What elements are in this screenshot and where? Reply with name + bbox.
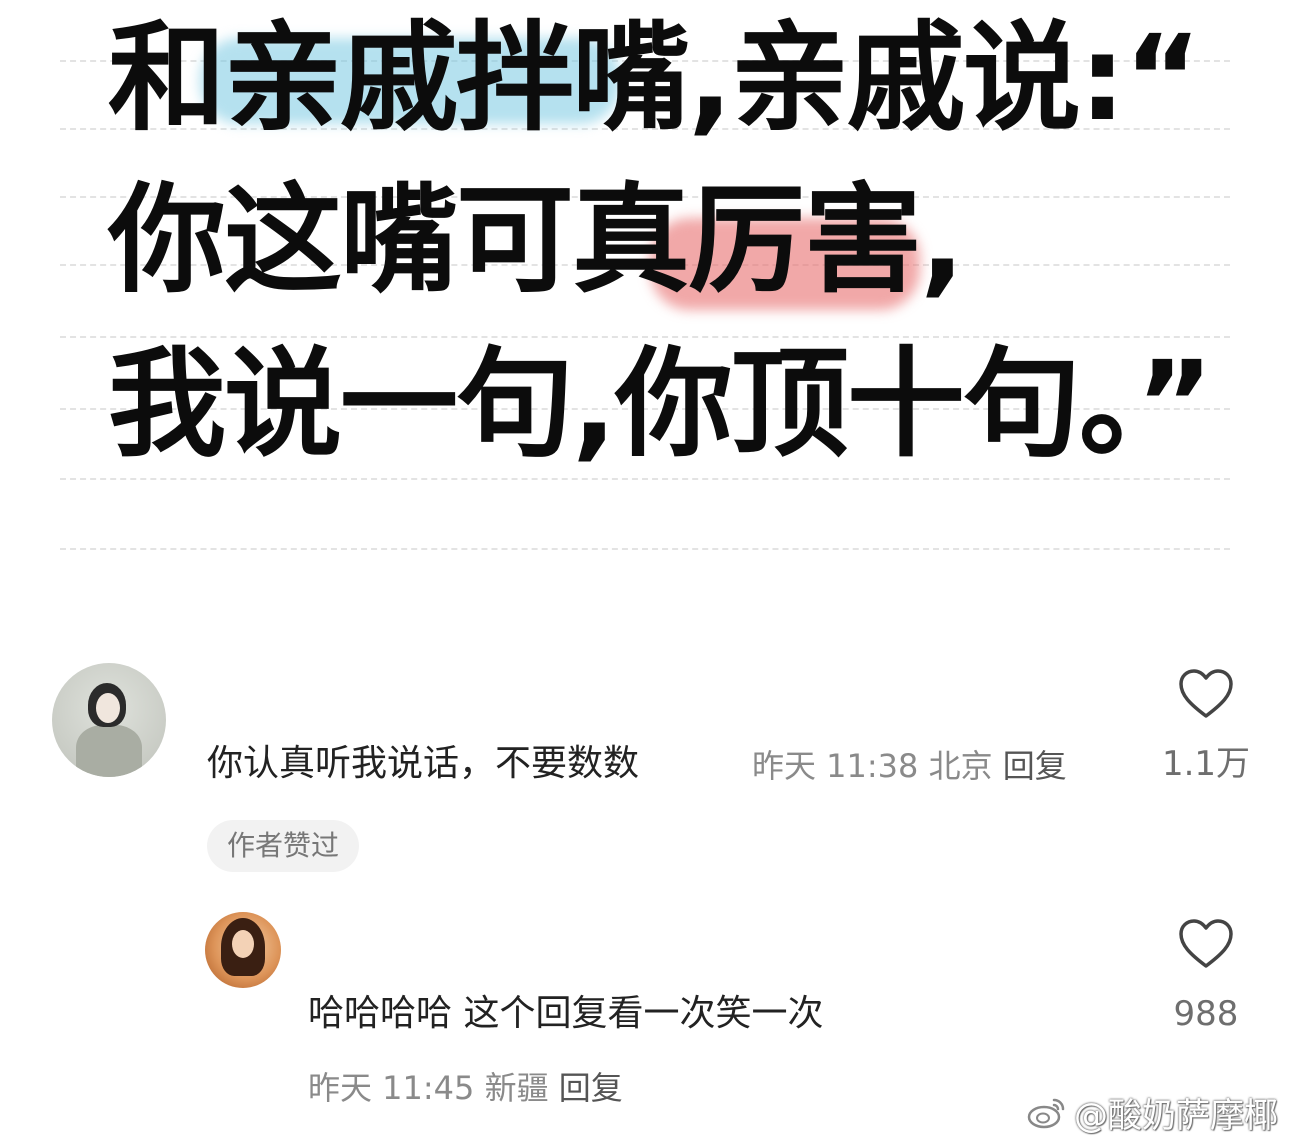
avatar[interactable] (52, 663, 166, 777)
watermark-text: @酸奶萨摩椰 (1074, 1096, 1278, 1136)
comment-meta: 昨天 11:38 北京 回复 (752, 744, 1067, 788)
reply-button[interactable]: 回复 (559, 1069, 623, 1107)
comment-meta: 昨天 11:45 新疆 回复 (308, 1066, 623, 1110)
heart-icon[interactable] (1178, 668, 1234, 720)
comment-text: 哈哈哈哈 这个回复看一次笑一次 (308, 993, 824, 1034)
avatar[interactable] (205, 912, 281, 988)
like-count: 1.1万 (1161, 744, 1251, 784)
author-liked-badge: 作者赞过 (207, 820, 360, 872)
comment-location: 新疆 (484, 1069, 549, 1107)
weibo-icon (1027, 1098, 1065, 1128)
watermark: @酸奶萨摩椰 (1026, 1088, 1278, 1137)
ruled-line (60, 478, 1230, 480)
headline-line-1: 和亲戚拌嘴,亲戚说:“ (108, 9, 1202, 147)
like-count: 988 (1173, 994, 1239, 1034)
comment-location: 北京 (928, 747, 993, 785)
headline-line-2: 你这嘴可真厉害, (108, 171, 965, 309)
post-image: 和亲戚拌嘴,亲戚说:“ 你这嘴可真厉害, 我说一句,你顶十句。” (0, 0, 1290, 600)
heart-icon[interactable] (1178, 918, 1234, 970)
comment-time: 昨天 11:38 (752, 747, 919, 785)
ruled-line (60, 548, 1230, 550)
comment-time: 昨天 11:45 (308, 1069, 475, 1107)
reply-button[interactable]: 回复 (1003, 747, 1067, 785)
headline-line-3: 我说一句,你顶十句。” (108, 335, 1213, 473)
comment-text: 你认真听我说话，不要数数 (207, 743, 640, 784)
